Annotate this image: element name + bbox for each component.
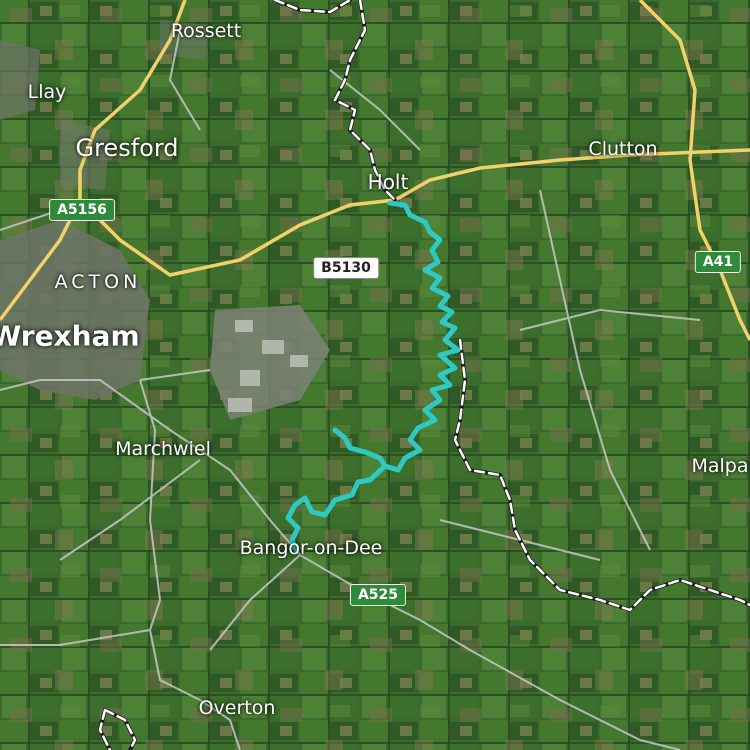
- satellite-basemap: [0, 0, 750, 750]
- map-view[interactable]: Rossett Llay Gresford ACTON Wrexham Holt…: [0, 0, 750, 750]
- road-shield-a5156: A5156: [49, 199, 115, 221]
- place-label-bangor-on-dee[interactable]: Bangor-on-Dee: [240, 537, 383, 559]
- road-shield-a41: A41: [694, 251, 742, 273]
- place-label-acton[interactable]: ACTON: [55, 271, 142, 293]
- place-label-gresford[interactable]: Gresford: [75, 134, 178, 162]
- place-label-holt[interactable]: Holt: [368, 170, 409, 194]
- place-label-clutton[interactable]: Clutton: [588, 138, 657, 160]
- place-label-overton[interactable]: Overton: [199, 697, 276, 719]
- road-shield-b5130: B5130: [313, 257, 379, 279]
- place-label-rossett[interactable]: Rossett: [171, 20, 241, 42]
- place-label-marchwiel[interactable]: Marchwiel: [115, 438, 211, 460]
- place-label-llay[interactable]: Llay: [28, 81, 67, 103]
- place-label-malpas[interactable]: Malpa: [691, 455, 748, 477]
- place-label-wrexham[interactable]: Wrexham: [0, 320, 140, 353]
- road-shield-a525: A525: [349, 584, 407, 606]
